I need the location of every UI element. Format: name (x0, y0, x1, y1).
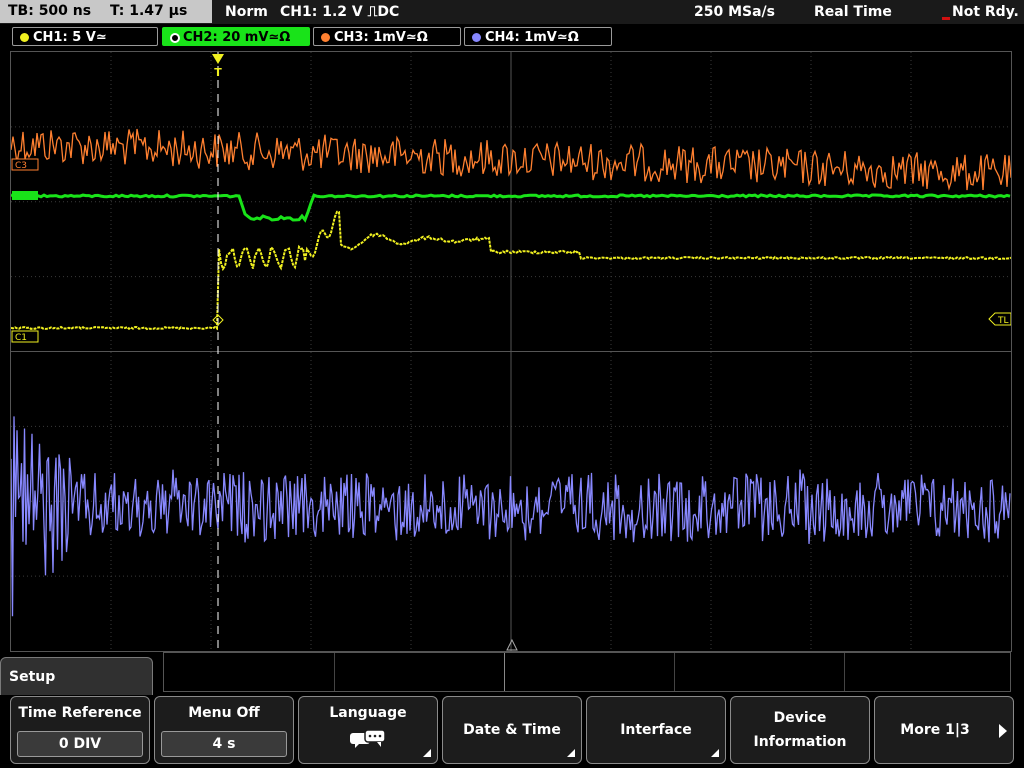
timebase-value: TB: 500 ns (8, 3, 92, 19)
softkey-label: Interface (620, 722, 692, 738)
menu-off-value: 4 s (161, 731, 287, 757)
ch4-dot-icon (472, 33, 481, 42)
center-axes (11, 52, 1011, 651)
interface-softkey[interactable]: Interface (586, 696, 726, 764)
tab-ch2[interactable]: CH2: 20 mV≃Ω (162, 27, 310, 46)
language-softkey[interactable]: Language (298, 696, 438, 764)
ch2-ground-marker[interactable] (12, 191, 38, 200)
submenu-indicator-icon (567, 749, 575, 757)
zoom-strip (163, 652, 1011, 692)
ch3-label: CH3: 1mV≃Ω (334, 30, 428, 45)
menu-off-softkey[interactable]: Menu Off 4 s (154, 696, 294, 764)
softkey-label: More 1|3 (900, 722, 970, 738)
more-softkey[interactable]: More 1|3 (874, 696, 1014, 764)
ch1-dot-icon (20, 33, 29, 42)
next-page-arrow-icon (999, 724, 1007, 738)
ch1-label: CH1: 5 V≃ (33, 30, 107, 45)
softkey-label: Menu Off (188, 705, 260, 721)
submenu-indicator-icon (711, 749, 719, 757)
language-speech-bubbles-icon (350, 729, 386, 748)
waveform-display[interactable]: T C3 C1 TL (10, 51, 1012, 652)
ch3-dot-icon (321, 33, 330, 42)
ch1-ground-marker[interactable]: C1 (11, 330, 39, 343)
trigger-point-label: T (214, 66, 222, 79)
trigger-level-marker[interactable]: TL (988, 312, 1011, 326)
trigger-mode[interactable]: Norm (225, 0, 268, 24)
tab-ch1[interactable]: CH1: 5 V≃ (12, 27, 158, 46)
softkey-label: Device Information (753, 710, 847, 750)
menu-title-tab: Setup (0, 657, 153, 695)
status-indicator-icon (942, 17, 950, 20)
tab-ch3[interactable]: CH3: 1mV≃Ω (313, 27, 461, 46)
submenu-indicator-icon (423, 749, 431, 757)
trigger-info[interactable]: CH1: 1.2 V ⎍DC (280, 0, 399, 24)
ch1-marker-label: C1 (15, 333, 27, 343)
trigger-point-marker[interactable]: T (212, 54, 224, 79)
menu-title: Setup (9, 669, 56, 685)
time-reference-value: 0 DIV (17, 731, 143, 757)
trigger-level-label: TL (997, 316, 1009, 326)
ch2-dot-icon (170, 33, 180, 43)
date-time-softkey[interactable]: Date & Time (442, 696, 582, 764)
ch4-label: CH4: 1mV≃Ω (485, 30, 579, 45)
trigger-time-value: T: 1.47 µs (109, 3, 188, 19)
softkey-label: Language (329, 705, 407, 721)
waveform-canvas: T C3 C1 TL (11, 52, 1011, 651)
softkey-label: Date & Time (463, 722, 561, 738)
ch3-ground-marker[interactable]: C3 (11, 158, 39, 171)
acquisition-mode: Real Time (814, 4, 892, 20)
acquisition-state: Not Rdy. (952, 4, 1019, 20)
softkey-label: Time Reference (18, 705, 142, 721)
ch2-label: CH2: 20 mV≃Ω (183, 30, 291, 45)
time-reference-softkey[interactable]: Time Reference 0 DIV (10, 696, 150, 764)
device-information-softkey[interactable]: Device Information (730, 696, 870, 764)
time-reference-marker-icon (506, 638, 518, 651)
timebase-box[interactable]: TB: 500 ns T: 1.47 µs (0, 0, 212, 23)
ch3-marker-label: C3 (15, 161, 27, 171)
sample-rate: 250 MSa/s (694, 4, 776, 20)
tab-ch4[interactable]: CH4: 1mV≃Ω (464, 27, 612, 46)
status-bar: TB: 500 ns T: 1.47 µs Norm CH1: 1.2 V ⎍D… (0, 0, 1024, 24)
